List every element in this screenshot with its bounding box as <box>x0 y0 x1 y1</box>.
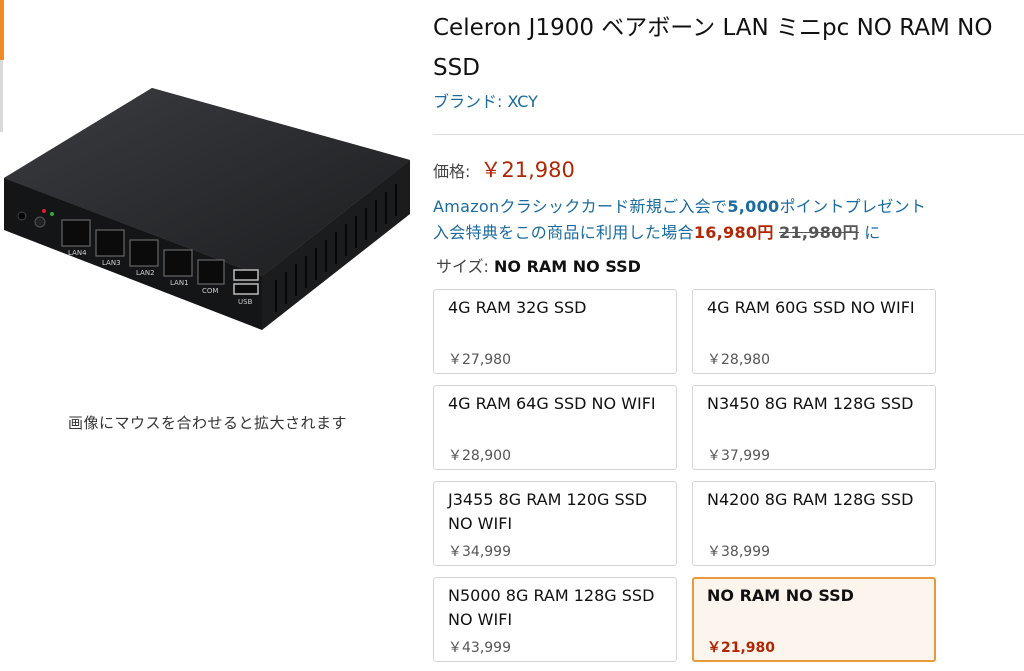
option-name: J3455 8G RAM 120G SSD NO WIFI <box>448 490 648 533</box>
option-price: ￥28,900 <box>448 448 511 464</box>
option-price: ￥27,980 <box>448 352 511 368</box>
price-row: 価格: ￥21,980 <box>433 154 575 184</box>
option-name: N3450 8G RAM 128G SSD <box>707 394 914 413</box>
size-option[interactable]: 4G RAM 64G SSD NO WIFI ￥28,900 <box>433 385 677 470</box>
option-name: NO RAM NO SSD <box>707 586 854 605</box>
left-edge-accent <box>0 0 4 60</box>
option-price: ￥28,980 <box>707 352 770 368</box>
size-option-selected[interactable]: NO RAM NO SSD ￥21,980 <box>692 577 936 662</box>
product-image[interactable]: LAN4 LAN3 LAN2 LAN1 COM USB <box>0 80 415 340</box>
promo-text: ポイントプレゼント <box>779 197 927 216</box>
size-option[interactable]: 4G RAM 60G SSD NO WIFI ￥28,980 <box>692 289 936 374</box>
port-label: LAN3 <box>102 259 121 267</box>
promo-text: 入会特典をこの商品に利用した場合 <box>433 223 694 242</box>
size-option[interactable]: N3450 8G RAM 128G SSD ￥37,999 <box>692 385 936 470</box>
promo-text: Amazonクラシックカード新規ご入会で <box>433 197 728 216</box>
option-name: 4G RAM 64G SSD NO WIFI <box>448 394 656 413</box>
original-price: 21,980円 <box>779 223 859 242</box>
port-label: LAN4 <box>68 249 87 257</box>
card-promo-line[interactable]: Amazonクラシックカード新規ご入会で5,000ポイントプレゼント <box>433 193 926 217</box>
port-label: LAN2 <box>136 269 155 277</box>
size-option[interactable]: N5000 8G RAM 128G SSD NO WIFI ￥43,999 <box>433 577 677 662</box>
size-option[interactable]: 4G RAM 32G SSD ￥27,980 <box>433 289 677 374</box>
brand-link[interactable]: ブランド: XCY <box>433 88 538 112</box>
price-value: ￥21,980 <box>480 158 575 182</box>
price-label: 価格: <box>433 162 471 181</box>
size-option[interactable]: J3455 8G RAM 120G SSD NO WIFI ￥34,999 <box>433 481 677 566</box>
card-discount-line[interactable]: 入会特典をこの商品に利用した場合16,980円 21,980円 に <box>433 219 881 243</box>
option-name: N4200 8G RAM 128G SSD <box>707 490 914 509</box>
mini-pc-illustration: LAN4 LAN3 LAN2 LAN1 COM USB <box>4 88 410 330</box>
port-label: COM <box>202 287 218 295</box>
image-zoom-hint: 画像にマウスを合わせると拡大されます <box>67 414 347 432</box>
product-title: Celeron J1900 ベアボーン LAN ミニpc NO RAM NO S… <box>433 15 993 81</box>
option-price: ￥37,999 <box>707 448 770 464</box>
size-option[interactable]: N4200 8G RAM 128G SSD ￥38,999 <box>692 481 936 566</box>
option-name: 4G RAM 32G SSD <box>448 298 587 317</box>
option-price: ￥34,999 <box>448 544 511 560</box>
option-name: N5000 8G RAM 128G SSD NO WIFI <box>448 586 655 629</box>
port-label: LAN1 <box>170 279 189 287</box>
option-price: ￥21,980 <box>707 640 776 656</box>
port-label: USB <box>238 298 253 306</box>
discounted-price: 16,980円 <box>693 223 774 242</box>
option-name: 4G RAM 60G SSD NO WIFI <box>707 298 915 317</box>
size-selection-label: サイズ: NO RAM NO SSD <box>436 253 641 277</box>
option-price: ￥43,999 <box>448 640 511 656</box>
divider <box>433 134 1024 135</box>
promo-text: に <box>864 223 881 242</box>
selected-size: NO RAM NO SSD <box>494 257 641 276</box>
size-label: サイズ: <box>436 257 489 276</box>
option-price: ￥38,999 <box>707 544 770 560</box>
promo-points: 5,000 <box>727 197 780 216</box>
